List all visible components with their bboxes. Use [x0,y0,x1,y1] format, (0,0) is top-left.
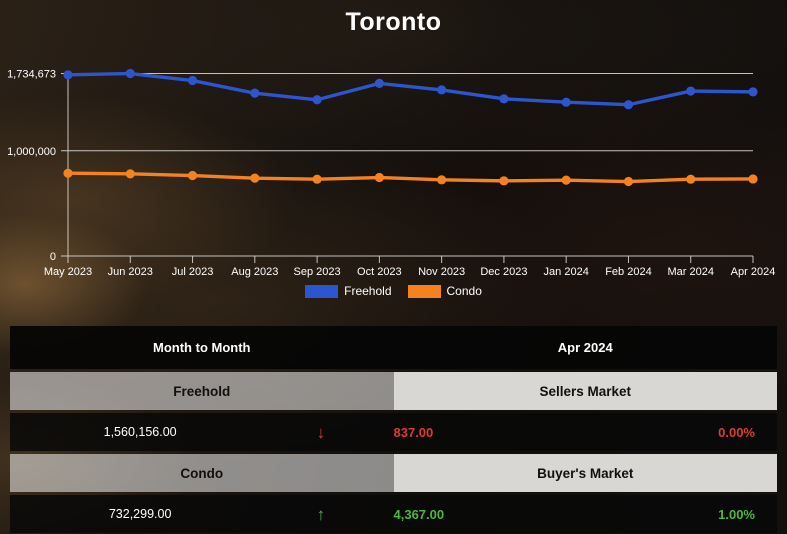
price-value: 1,560,156.00 [103,425,177,439]
svg-text:Jun 2023: Jun 2023 [108,266,153,278]
legend-label: Freehold [344,284,392,298]
svg-text:1,734,673: 1,734,673 [7,69,56,81]
svg-text:Aug 2023: Aug 2023 [231,266,278,278]
svg-text:1,000,000: 1,000,000 [7,146,56,158]
table-header-right: Apr 2024 [557,340,613,355]
freehold-swatch-icon [305,284,339,298]
table-row-freehold-values: 1,560,156.00 ↓ 837.00 0.00% [10,413,777,451]
svg-text:Dec 2023: Dec 2023 [480,266,527,278]
price-trend-chart[interactable]: 1,734,673 1,000,000 0 May 2023 Jun 2023 Jul 2… [0,0,787,310]
svg-text:Jul 2023: Jul 2023 [172,266,214,278]
up-arrow-icon: ↑ [316,504,326,524]
svg-text:Feb 2024: Feb 2024 [605,266,651,278]
market-status-label: Sellers Market [393,372,777,410]
market-summary-table: Month to Month Apr 2024 Freehold Sellers… [10,326,777,533]
table-header-left: Month to Month [153,340,251,355]
legend-label: Condo [446,284,482,298]
svg-text:0: 0 [50,251,56,263]
svg-text:Apr 2024: Apr 2024 [731,266,776,278]
percent-change: 1.00% [718,506,755,522]
condo-swatch-icon [407,284,441,298]
svg-text:Nov 2023: Nov 2023 [418,266,465,278]
down-arrow-icon: ↓ [316,422,326,442]
sales-count: 837.00 [393,424,434,440]
svg-text:May 2023: May 2023 [44,266,92,278]
sales-count: 4,367.00 [393,506,445,522]
table-row-condo-values: 732,299.00 ↑ 4,367.00 1.00% [10,495,777,533]
table-row-condo-labels: Condo Buyer's Market [10,454,777,492]
legend-item-condo[interactable]: Condo [407,284,482,298]
legend-item-freehold[interactable]: Freehold [305,284,392,298]
svg-text:Jan 2024: Jan 2024 [544,266,589,278]
price-value: 732,299.00 [108,507,172,521]
svg-text:Mar 2024: Mar 2024 [667,266,713,278]
table-row-freehold-labels: Freehold Sellers Market [10,372,777,410]
category-label-condo: Condo [10,454,394,492]
chart-legend: Freehold Condo [0,284,787,298]
table-header-row: Month to Month Apr 2024 [10,326,777,369]
percent-change: 0.00% [718,424,755,440]
market-status-label: Buyer's Market [393,454,777,492]
svg-text:Sep 2023: Sep 2023 [294,266,341,278]
svg-text:Oct 2023: Oct 2023 [357,266,402,278]
category-label-freehold: Freehold [10,372,394,410]
